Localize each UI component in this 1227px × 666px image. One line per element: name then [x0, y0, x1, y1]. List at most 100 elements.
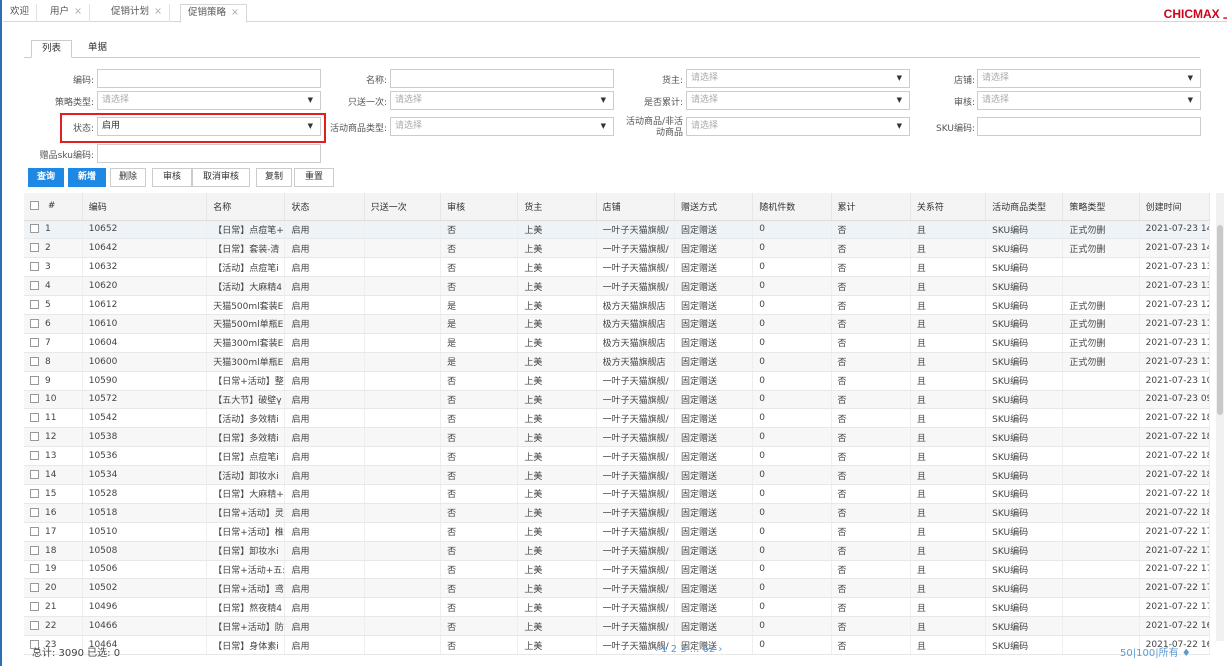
checkbox[interactable]	[30, 201, 39, 211]
row-checkbox[interactable]	[30, 318, 39, 328]
table-row[interactable]: 17 10510 【日常+活动】椎 启用否上美 一叶子天猫旗舰/固定赠送 0 否且 SKU编码…	[24, 522, 1211, 542]
table-row[interactable]: 19 10506 【日常+活动+五: 启用否上美 一叶子天猫旗舰/固定赠送 0 否且 SKU编…	[24, 560, 1211, 580]
active-goods-select[interactable]: 请选择 ▼	[686, 117, 910, 136]
row-checkbox[interactable]	[30, 281, 39, 291]
row-checkbox[interactable]	[30, 583, 39, 593]
row-checkbox[interactable]	[30, 432, 39, 442]
page-size-all[interactable]: 所有	[1159, 648, 1179, 659]
row-checkbox[interactable]	[30, 507, 39, 517]
column-header[interactable]: 累计	[831, 193, 911, 221]
tab-promo-strategy[interactable]: 促销策略 ×	[180, 4, 247, 23]
table-row[interactable]: 21 10496 【日常】熬夜精4 启用否上美 一叶子天猫旗舰/固定赠送 0 否且 SKU编码…	[24, 597, 1211, 618]
cumulative-label: 是否累计:	[643, 98, 683, 108]
code-input[interactable]	[97, 69, 321, 88]
table-row[interactable]: 6 10610 天猫500ml单瓶E 启用 是上美 极方天猫旗舰店 固定赠送 0 否且 SKU编码…	[24, 314, 1211, 334]
table-cell: 固定赠送	[674, 522, 754, 542]
column-header[interactable]: 只送一次	[364, 193, 442, 221]
row-checkbox[interactable]	[30, 564, 39, 574]
table-row[interactable]: 1 10652 【日常】点痘笔+ 启用否上美 一叶子天猫旗舰/固定赠送 0 否且 SKU编码正…	[24, 220, 1211, 240]
table-row[interactable]: 10 10572 【五大节】破壁γ 启用否上美 一叶子天猫旗舰/固定赠送 0 否且 SKU编码…	[24, 390, 1211, 410]
row-checkbox[interactable]	[30, 451, 39, 461]
column-header[interactable]: 状态	[284, 193, 365, 221]
close-icon[interactable]: ×	[74, 6, 82, 17]
goods-type-placeholder: 请选择	[395, 121, 423, 131]
close-icon[interactable]: ×	[154, 6, 162, 17]
store-select[interactable]: 请选择 ▼	[977, 69, 1201, 88]
copy-button[interactable]: 复制	[256, 168, 292, 187]
column-header[interactable]: 随机件数	[752, 193, 832, 221]
row-checkbox[interactable]	[30, 545, 39, 555]
row-checkbox[interactable]	[30, 488, 39, 498]
add-button[interactable]: 新增	[68, 168, 106, 187]
header-select-all[interactable]: #	[24, 193, 83, 221]
scrollbar-thumb[interactable]	[1217, 225, 1223, 415]
cancel-audit-button[interactable]: 取消审核	[192, 168, 250, 187]
column-header[interactable]: 店铺	[596, 193, 675, 221]
audit-select[interactable]: 请选择 ▼	[977, 91, 1201, 110]
table-cell: 启用	[284, 465, 365, 485]
sku-input[interactable]	[977, 117, 1201, 136]
tab-users[interactable]: 用户 ×	[43, 4, 90, 22]
table-row[interactable]: 22 10466 【日常+活动】防 启用否上美 一叶子天猫旗舰/固定赠送 0 否且 SKU编码…	[24, 616, 1211, 637]
column-header[interactable]: 赠送方式	[674, 193, 754, 221]
tab-promo-plan[interactable]: 促销计划 ×	[104, 4, 170, 22]
owner-select[interactable]: 请选择 ▼	[686, 69, 910, 88]
table-cell: 【日常】点痘笔i	[206, 446, 286, 467]
row-checkbox[interactable]	[30, 224, 39, 234]
row-checkbox[interactable]	[30, 413, 39, 423]
column-header[interactable]: 创建时间	[1139, 193, 1211, 221]
name-input[interactable]	[390, 69, 614, 88]
table-row[interactable]: 14 10534 【活动】卸妆水i 启用否上美 一叶子天猫旗舰/固定赠送 0 否且 SKU编码…	[24, 465, 1211, 485]
delete-button[interactable]: 删除	[110, 168, 146, 187]
column-header[interactable]: 活动商品类型	[985, 193, 1064, 221]
table-row[interactable]: 15 10528 【日常】大麻精+ 启用否上美 一叶子天猫旗舰/固定赠送 0 否且 SKU编码…	[24, 484, 1211, 504]
once-select[interactable]: 请选择 ▼	[390, 91, 614, 110]
column-header[interactable]: 审核	[440, 193, 519, 221]
page-size-100[interactable]: 100	[1136, 648, 1155, 659]
subtab-document[interactable]: 单据	[78, 40, 117, 58]
column-header[interactable]: 策略类型	[1062, 193, 1140, 221]
close-icon[interactable]: ×	[231, 7, 239, 18]
table-row[interactable]: 2 10642 【日常】套装-清 启用否上美 一叶子天猫旗舰/固定赠送 0 否且 SKU编码正…	[24, 238, 1211, 259]
table-row[interactable]: 18 10508 【日常】卸妆水i 启用否上美 一叶子天猫旗舰/固定赠送 0 否且 SKU编码…	[24, 541, 1211, 561]
row-checkbox[interactable]	[30, 394, 39, 404]
table-row[interactable]: 8 10600 天猫300ml单瓶E 启用 是上美 极方天猫旗舰店 固定赠送 0 否且 SKU编码…	[24, 352, 1211, 372]
row-checkbox[interactable]	[30, 375, 39, 385]
row-checkbox[interactable]	[30, 602, 39, 612]
column-header[interactable]: 关系符	[910, 193, 987, 221]
table-row[interactable]: 16 10518 【日常+活动】灵 启用否上美 一叶子天猫旗舰/固定赠送 0 否且 SKU编码…	[24, 503, 1211, 523]
row-checkbox[interactable]	[30, 243, 39, 253]
column-header[interactable]: 货主	[517, 193, 597, 221]
table-row[interactable]: 5 10612 天猫500ml套装E 启用 是上美 极方天猫旗舰店 固定赠送 0 否且 SKU编码…	[24, 295, 1211, 315]
row-checkbox[interactable]	[30, 356, 39, 366]
table-row[interactable]: 9 10590 【日常+活动】整 启用否上美 一叶子天猫旗舰/固定赠送 0 否且 SKU编码 2…	[24, 371, 1211, 391]
cumulative-select[interactable]: 请选择 ▼	[686, 91, 910, 110]
table-row[interactable]: 11 10542 【活动】多效精i 启用否上美 一叶子天猫旗舰/固定赠送 0 否且 SKU编码…	[24, 408, 1211, 429]
pin-icon[interactable]: ♦	[1182, 648, 1191, 659]
audit-button[interactable]: 审核	[152, 168, 192, 187]
table-cell: 【日常】套装-清	[206, 238, 286, 259]
gift-sku-input[interactable]	[97, 144, 321, 163]
query-button[interactable]: 查询	[28, 168, 64, 187]
column-header[interactable]: 编码	[82, 193, 208, 221]
table-row[interactable]: 12 10538 【日常】多效精i 启用否上美 一叶子天猫旗舰/固定赠送 0 否且 SKU编码…	[24, 427, 1211, 448]
table-row[interactable]: 20 10502 【日常+活动】鸢 启用否上美 一叶子天猫旗舰/固定赠送 0 否且 SKU编码…	[24, 578, 1211, 599]
table-row[interactable]: 3 10632 【活动】点痘笔i 启用否上美 一叶子天猫旗舰/固定赠送 0 否且 SKU编码 2…	[24, 257, 1211, 278]
row-checkbox[interactable]	[30, 262, 39, 272]
tab-welcome[interactable]: 欢迎	[3, 4, 38, 22]
column-header[interactable]: 名称	[206, 193, 286, 221]
row-checkbox[interactable]	[30, 621, 39, 631]
strategy-type-select[interactable]: 请选择 ▼	[97, 91, 321, 110]
goods-type-select[interactable]: 请选择 ▼	[390, 117, 614, 136]
row-checkbox[interactable]	[30, 337, 39, 347]
reset-button[interactable]: 重置	[294, 168, 334, 187]
page-size-50[interactable]: 50	[1120, 648, 1133, 659]
subtab-list[interactable]: 列表	[31, 40, 73, 58]
row-checkbox[interactable]	[30, 300, 39, 309]
table-row[interactable]: 4 10620 【活动】大麻精4 启用否上美 一叶子天猫旗舰/固定赠送 0 否且 SKU编码 2…	[24, 276, 1211, 297]
pagination[interactable]: ‹ 1 2 3 ... 62 ›	[654, 644, 722, 655]
row-checkbox[interactable]	[30, 470, 39, 480]
table-row[interactable]: 7 10604 天猫300ml套装E 启用 是上美 极方天猫旗舰店 固定赠送 0 否且 SKU编码…	[24, 333, 1211, 353]
table-row[interactable]: 13 10536 【日常】点痘笔i 启用否上美 一叶子天猫旗舰/固定赠送 0 否且 SKU编码…	[24, 446, 1211, 467]
row-checkbox[interactable]	[30, 526, 39, 536]
